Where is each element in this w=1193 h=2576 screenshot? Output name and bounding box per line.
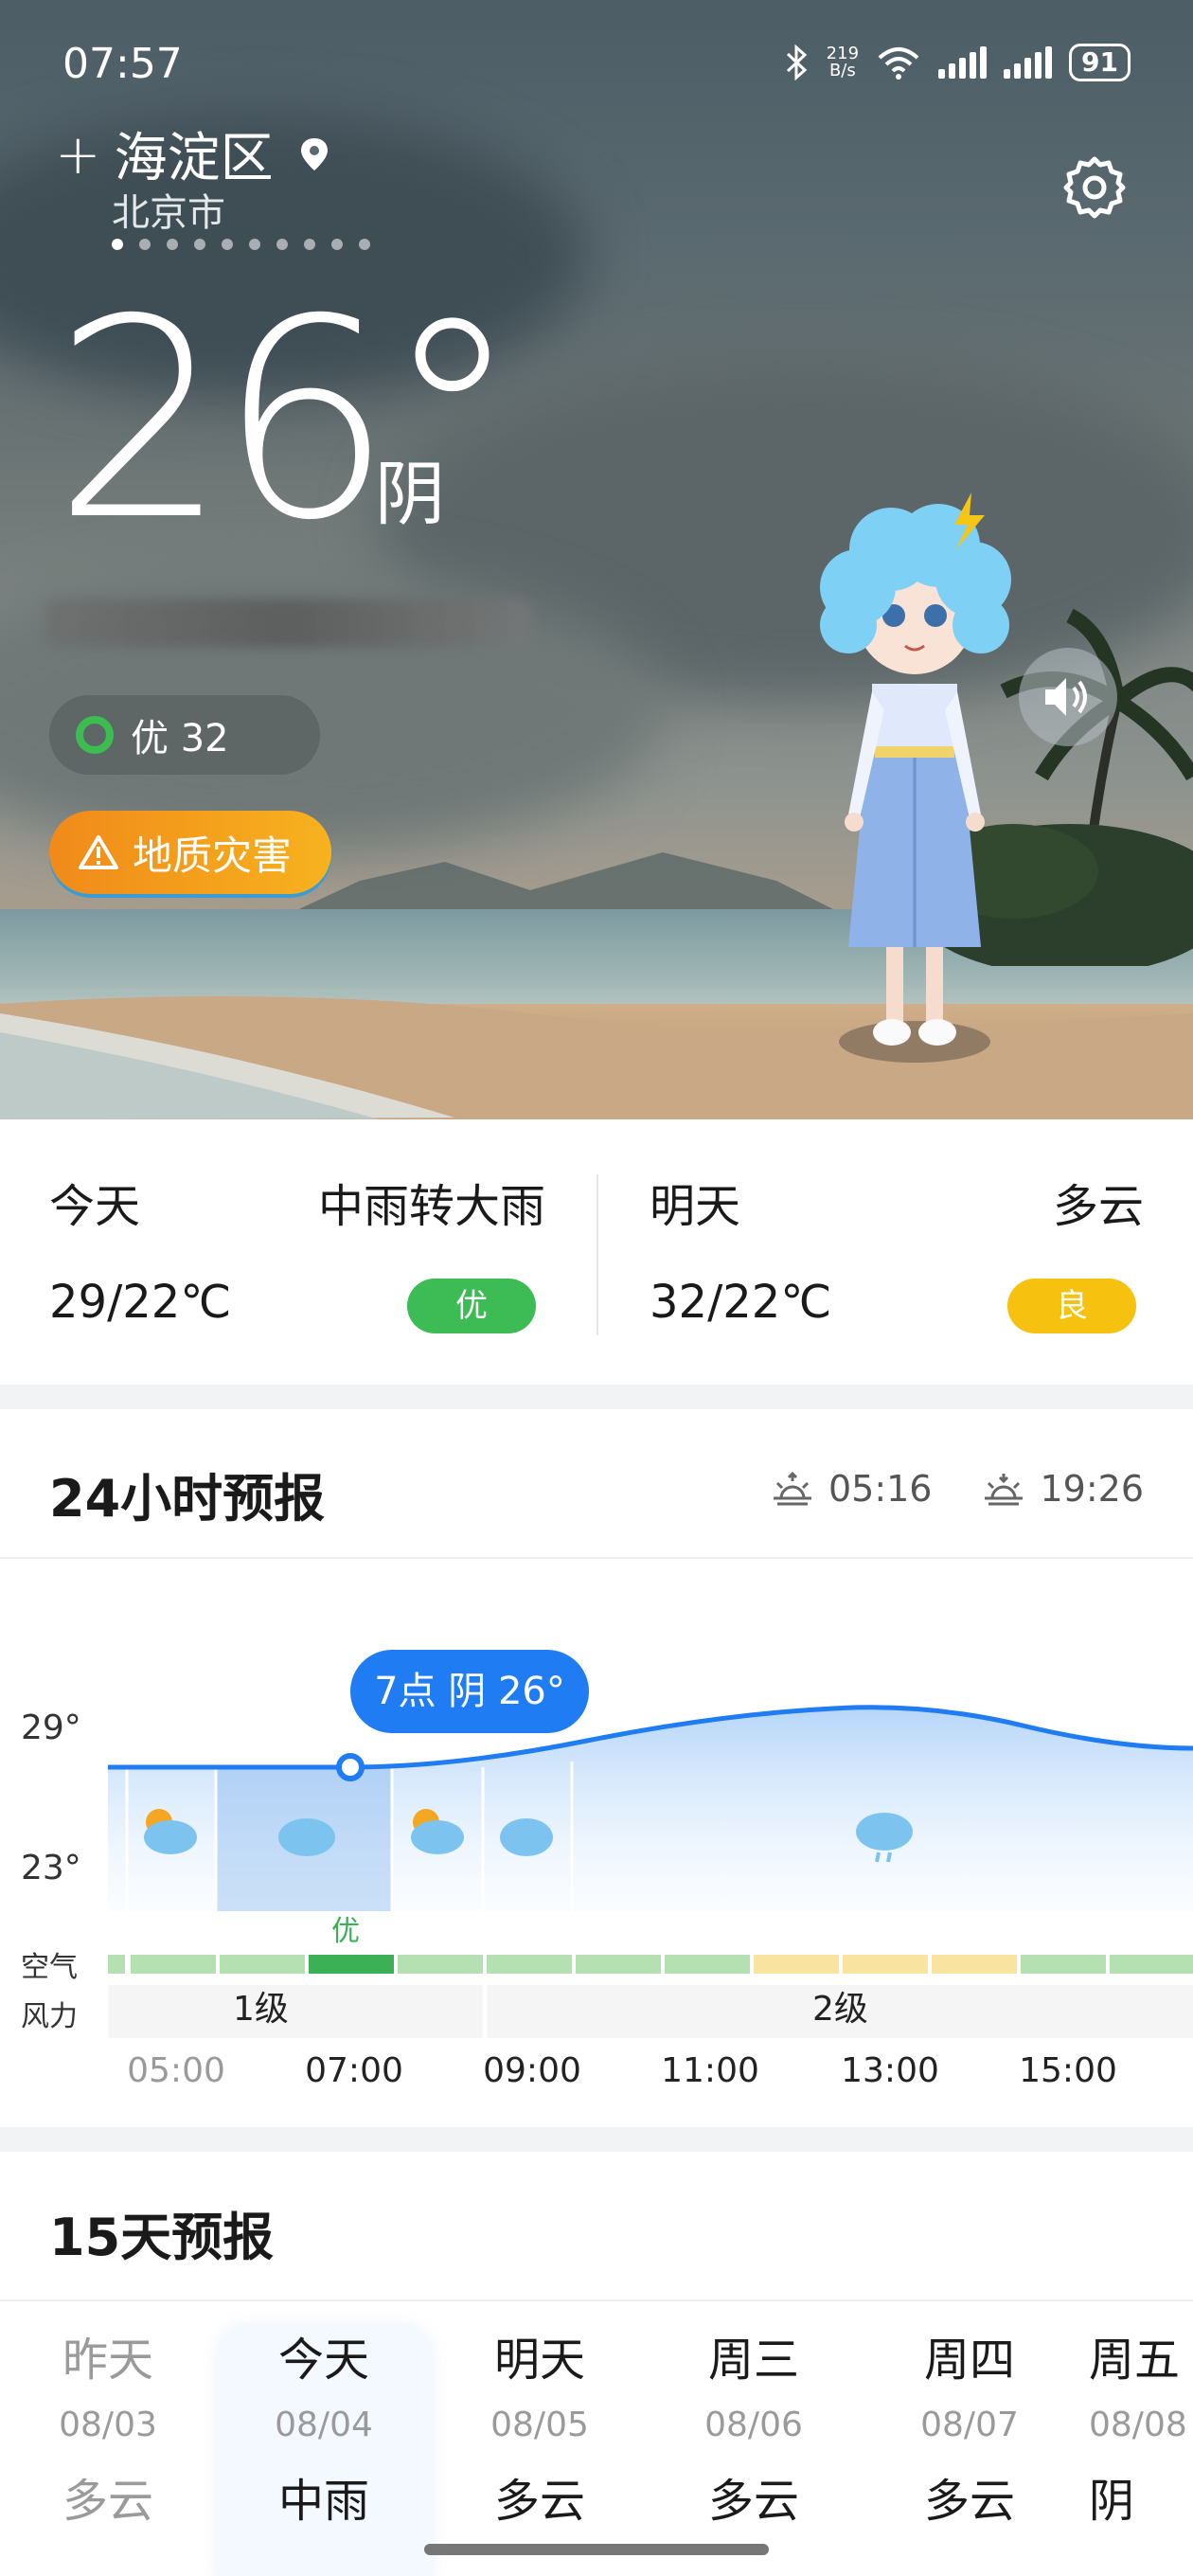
today-temp-range: 29/22℃ xyxy=(49,1276,232,1329)
day-condition: 多云 xyxy=(923,2475,1015,2528)
hour-tick: 15:00 xyxy=(1019,2051,1117,2090)
day-condition: 中雨 xyxy=(277,2475,369,2528)
day-condition: 阴 xyxy=(1089,2475,1135,2528)
wind-level: 1级 xyxy=(233,1990,289,2029)
warning-icon xyxy=(79,835,118,869)
day-date: 08/06 xyxy=(704,2406,803,2444)
wind-row-label: 风力 xyxy=(21,2000,78,2033)
wind-level: 2级 xyxy=(812,1990,868,2029)
tomorrow-summary[interactable]: 明天 多云 32/22℃ 良 xyxy=(596,1119,1193,1385)
day-name: 昨天 xyxy=(62,2334,153,2387)
day-name: 周五 xyxy=(1089,2334,1181,2387)
location-pin-icon xyxy=(300,137,328,170)
speaker-icon xyxy=(1045,678,1087,716)
two-day-summary: 今天 中雨转大雨 29/22℃ 优 明天 多云 32/22℃ 良 xyxy=(0,1119,1193,1385)
today-condition: 中雨转大雨 xyxy=(317,1180,545,1233)
day-date: 08/03 xyxy=(59,2406,157,2444)
aqi-ring-icon xyxy=(76,716,114,754)
bluetooth-icon xyxy=(786,45,807,80)
hour-tick: 05:00 xyxy=(127,2051,225,2090)
weather-avatar-character[interactable] xyxy=(792,474,1038,1070)
blurred-description xyxy=(45,599,530,648)
day-name: 今天 xyxy=(277,2334,369,2387)
aqi-pill[interactable]: 优 32 xyxy=(49,695,320,775)
y-low-label: 23° xyxy=(21,1849,81,1887)
signal-icon xyxy=(1004,46,1053,79)
day-name: 周三 xyxy=(707,2334,799,2387)
day-item[interactable]: 周三 08/06 多云 xyxy=(659,2322,848,2530)
day-date: 08/04 xyxy=(275,2406,373,2444)
today-summary[interactable]: 今天 中雨转大雨 29/22℃ 优 xyxy=(0,1119,596,1385)
battery-indicator: 91 xyxy=(1069,44,1131,81)
air-quality-bar xyxy=(108,1955,1193,1974)
status-icons: 219 B/s 91 xyxy=(785,44,1131,81)
home-indicator[interactable] xyxy=(424,2544,769,2555)
divider xyxy=(0,2299,1193,2301)
day-item[interactable]: 周五 08/08 阴 xyxy=(1089,2322,1193,2530)
hour-tooltip: 7点 阴 26° xyxy=(350,1650,589,1733)
current-condition: 阴 xyxy=(375,454,445,535)
day-item[interactable]: 昨天 08/03 多云 xyxy=(13,2322,203,2530)
gear-icon[interactable] xyxy=(1060,153,1129,222)
alert-pill[interactable]: 地质灾害 xyxy=(49,811,331,894)
air-row-label: 空气 xyxy=(21,1951,78,1984)
wifi-icon xyxy=(878,47,919,80)
hour-tick: 09:00 xyxy=(483,2051,581,2090)
day-date: 08/07 xyxy=(920,2406,1019,2444)
day-condition: 多云 xyxy=(62,2475,153,2528)
fifteen-day-title: 15天预报 xyxy=(49,2208,275,2267)
signal-icon xyxy=(938,46,988,79)
day-name: 周四 xyxy=(923,2334,1015,2387)
highlight-aqi-label: 优 xyxy=(331,1915,360,1948)
day-condition: 多云 xyxy=(707,2475,799,2528)
y-high-label: 29° xyxy=(21,1708,81,1747)
selected-point[interactable] xyxy=(336,1753,365,1781)
hour-tick: 11:00 xyxy=(661,2051,759,2090)
day-condition: 多云 xyxy=(493,2475,585,2528)
today-label: 今天 xyxy=(49,1180,141,1233)
hourly-forecast-card: 24小时预报 05:16 19:26 7点 阴 26° 29° 23° 优 空气… xyxy=(0,1409,1193,2127)
tomorrow-label: 明天 xyxy=(650,1180,741,1233)
status-bar: 07:57 219 B/s 91 xyxy=(0,0,1193,133)
network-speed-unit: B/s xyxy=(828,61,856,80)
day-date: 08/08 xyxy=(1089,2406,1187,2444)
page-indicator xyxy=(112,239,370,250)
alert-text: 地质灾害 xyxy=(133,832,293,879)
day-item[interactable]: 今天 08/04 中雨 xyxy=(229,2322,418,2530)
network-speed: 219 B/s xyxy=(827,45,859,80)
location-header[interactable]: + 海淀区 xyxy=(55,116,332,192)
tomorrow-aqi-badge: 良 xyxy=(1007,1279,1136,1333)
day-item[interactable]: 明天 08/05 多云 xyxy=(445,2322,634,2530)
hourly-chart[interactable] xyxy=(0,1409,1193,2127)
add-location-icon[interactable]: + xyxy=(55,127,101,182)
city-name: 北京市 xyxy=(112,191,225,235)
district-name: 海淀区 xyxy=(114,128,274,189)
cloudy-icon xyxy=(500,1818,553,1856)
weather-hero: 07:57 219 B/s 91 + 海淀区 北京市 26° 阴 优 32 地质… xyxy=(0,0,1193,1119)
today-aqi-badge: 优 xyxy=(407,1279,536,1333)
status-time: 07:57 xyxy=(62,40,183,88)
day-date: 08/05 xyxy=(490,2406,589,2444)
aqi-value: 优 32 xyxy=(131,717,229,760)
day-item[interactable]: 周四 08/07 多云 xyxy=(875,2322,1064,2530)
day-name: 明天 xyxy=(493,2334,585,2387)
hour-tick: 07:00 xyxy=(305,2051,403,2090)
tomorrow-temp-range: 32/22℃ xyxy=(650,1276,832,1329)
fifteen-day-forecast-card: 15天预报 昨天 08/03 多云 今天 08/04 中雨 明天 08/05 多… xyxy=(0,2152,1193,2576)
hour-tick: 13:00 xyxy=(841,2051,939,2090)
cloudy-icon xyxy=(278,1818,335,1856)
tomorrow-condition: 多云 xyxy=(1052,1180,1144,1233)
